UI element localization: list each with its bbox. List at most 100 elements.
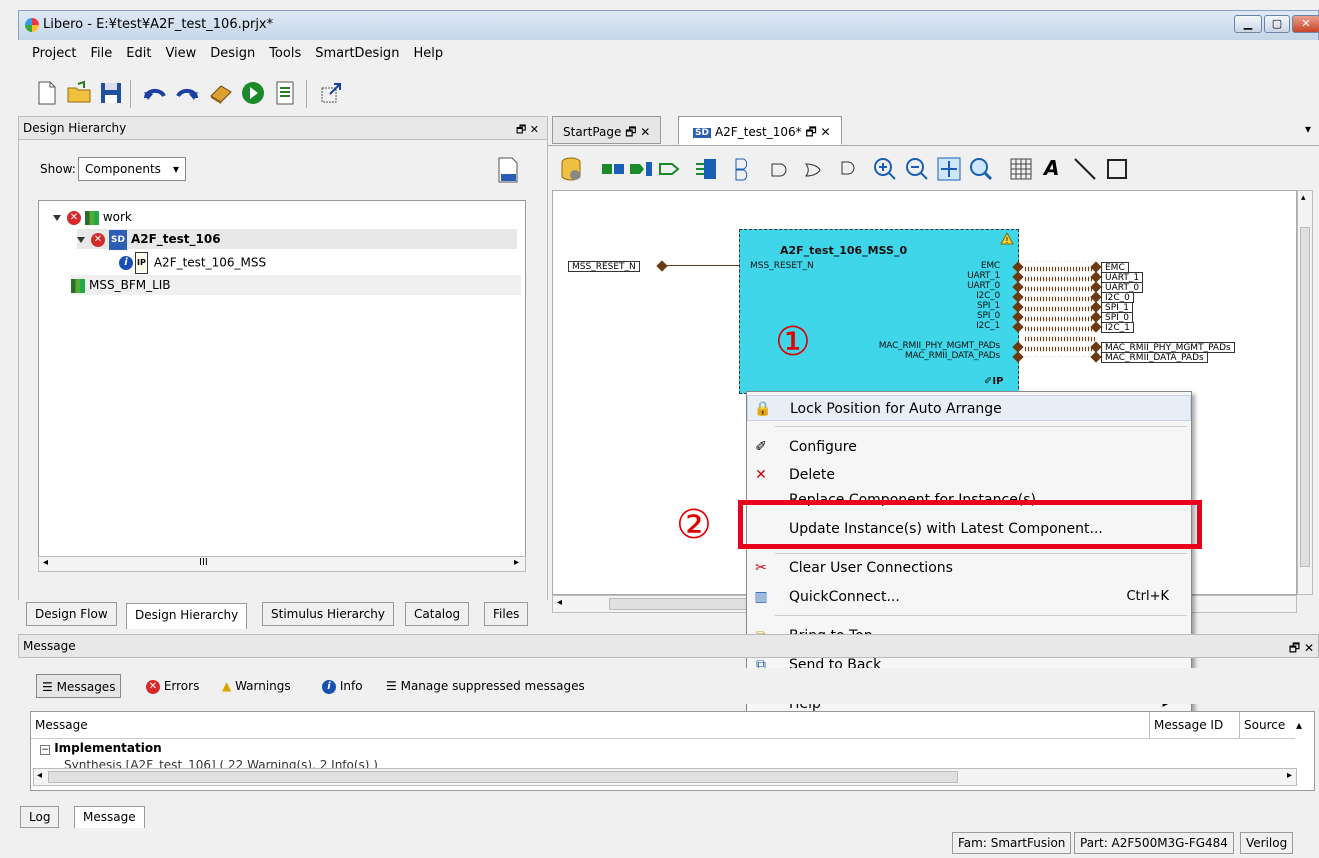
tree-item-work[interactable]: ✕ work [53,207,132,227]
reset-wire[interactable] [665,265,739,266]
menu-project[interactable]: Project [18,40,83,67]
menu-item-delete[interactable]: ✕ Delete [747,462,1191,488]
menu-edit[interactable]: Edit [119,40,158,67]
output-port-i2c-1[interactable]: I2C_1 [976,321,1000,331]
zoom-fit-icon[interactable] [936,156,962,182]
menu-design[interactable]: Design [203,40,262,67]
build-eraser-icon[interactable] [208,80,234,106]
rectangle-tool-icon[interactable] [1104,156,1130,182]
or-gate-icon[interactable] [800,156,826,182]
fit-window-icon[interactable] [318,80,344,106]
configure-ip-icon[interactable]: ✐IP [984,376,1003,387]
hdl-plus-icon[interactable] [497,157,519,183]
line-tool-icon[interactable] [1072,156,1098,182]
output-port-uart-0[interactable]: UART_0 [967,281,1000,291]
logic-gates-icon[interactable] [732,156,758,182]
input-port-mss-reset-n[interactable]: MSS_RESET_N [750,261,814,271]
output-port-emc[interactable]: EMC [981,261,1000,271]
expand-triangle-icon[interactable] [53,214,61,221]
mss-component-instance[interactable]: A2F_test_106_MSS_0 ! MSS_RESET_N EMC UAR… [739,229,1019,394]
output-port-spi-0[interactable]: SPI_0 [977,311,1000,321]
tab-a2f-design[interactable]: SD A2F_test_106* 🗗 ✕ [678,116,842,145]
show-dropdown[interactable]: Components ▾ [78,157,186,181]
expand-triangle-icon[interactable] [77,236,85,243]
message-horizontal-scrollbar[interactable]: ◂ ▸ [33,768,1297,786]
port-label-i2c-1[interactable]: I2C_1 [1101,322,1134,333]
menu-smartdesign[interactable]: SmartDesign [308,40,406,67]
error-icon: ✕ [67,210,81,225]
collapse-box-icon[interactable]: − [40,745,50,755]
open-folder-icon[interactable] [66,80,92,106]
message-panel-title: Message [23,639,76,653]
quickconnect-icon[interactable] [694,156,720,182]
close-button[interactable]: ✕ [1292,15,1319,33]
canvas-vertical-scrollbar[interactable]: ▴ [1297,190,1313,595]
add-bus-port-icon[interactable] [656,156,682,182]
manage-suppressed-button[interactable]: ☰ Manage suppressed messages [386,674,585,698]
tab-design-flow[interactable]: Design Flow [26,602,117,626]
output-port-i2c-0[interactable]: I2C_0 [976,291,1000,301]
run-icon[interactable] [240,80,266,106]
tab-design-label: A2F_test_106* [714,125,802,139]
tree-horizontal-scrollbar[interactable]: ◂ III ▸ [38,556,526,572]
tree-item-mss[interactable]: i IP A2F_test_106_MSS [119,252,266,274]
panel-float-close-controls[interactable]: 🗗 ✕ [1289,639,1314,660]
output-port-mac-rmii-phy-mgmt[interactable]: MAC_RMII_PHY_MGMT_PADs [879,341,1000,351]
library-icon [71,278,85,293]
tree-item-a2f-test-106[interactable]: ✕ SD A2F_test_106 [77,229,517,250]
output-port-spi-1[interactable]: SPI_1 [977,301,1000,311]
tab-stimulus-hierarchy[interactable]: Stimulus Hierarchy [262,602,394,626]
tab-message[interactable]: Message [74,806,145,828]
tab-startpage[interactable]: StartPage 🗗 ✕ [552,116,662,144]
menu-item-clear-connections[interactable]: ✂ Clear User Connections [747,555,1191,581]
tree-row-synthesis[interactable]: Synthesis [A2F_test_106] ( 22 Warning(s)… [64,760,378,768]
save-icon[interactable] [98,80,124,106]
add-port-icon[interactable] [600,156,626,182]
menu-item-lock-position[interactable]: 🔒 Lock Position for Auto Arrange [747,395,1191,421]
menu-help[interactable]: Help [406,40,450,67]
output-port-uart-1[interactable]: UART_1 [967,271,1000,281]
database-icon[interactable] [558,156,584,182]
show-label: Show: [40,162,76,176]
zoom-out-icon[interactable] [904,156,930,182]
top-level-port-mss-reset-n[interactable]: MSS_RESET_N [568,261,640,272]
output-port-mac-rmii-data[interactable]: MAC_RMII_DATA_PADs [905,351,1000,361]
column-source[interactable]: Source [1239,712,1299,738]
scroll-up-icon[interactable]: ▴ [1296,718,1302,732]
filter-errors-button[interactable]: ✕ Errors [146,674,199,698]
menu-view[interactable]: View [158,40,203,67]
text-tool-icon[interactable]: A [1044,156,1070,182]
new-file-icon[interactable] [34,80,60,106]
tab-design-hierarchy[interactable]: Design Hierarchy [126,603,248,629]
minimize-button[interactable]: ▁ [1234,15,1262,33]
tab-files[interactable]: Files [484,602,529,626]
zoom-area-icon[interactable] [968,156,994,182]
quickconnect-icon: ▥ [754,589,768,605]
port-label-mac-rmii-data[interactable]: MAC_RMII_DATA_PADs [1101,352,1208,363]
maximize-button[interactable]: ▢ [1264,15,1290,33]
panel-float-close-controls[interactable]: 🗗 ✕ [516,121,539,140]
filter-info-button[interactable]: i Info [322,674,363,698]
grid-icon[interactable] [1008,156,1034,182]
filter-warnings-button[interactable]: ▲ Warnings [222,674,291,698]
tab-catalog[interactable]: Catalog [405,602,470,626]
tree-row-implementation[interactable]: − Implementation [40,741,162,755]
add-input-port-icon[interactable] [628,156,654,182]
column-message-id[interactable]: Message ID [1149,712,1239,738]
undo-icon[interactable] [142,80,168,106]
menu-item-quickconnect[interactable]: ▥ QuickConnect... Ctrl+K [747,584,1191,610]
column-message[interactable]: Message [31,712,1149,738]
menu-file[interactable]: File [83,40,119,67]
zoom-in-icon[interactable] [872,156,898,182]
tab-log[interactable]: Log [20,806,60,828]
menu-tools[interactable]: Tools [262,40,308,67]
tree-item-bfm-lib[interactable]: MSS_BFM_LIB [71,275,521,295]
tab-list-dropdown-icon[interactable]: ▾ [1305,122,1311,136]
menu-item-configure[interactable]: ✐ Configure [747,434,1191,460]
filter-messages-button[interactable]: ☰ Messages [36,674,122,698]
and-gate-icon[interactable] [766,156,792,182]
buffer-gate-icon[interactable] [834,156,860,182]
redo-icon[interactable] [174,80,200,106]
list-icon: ☰ [42,680,53,694]
report-icon[interactable] [272,80,298,106]
